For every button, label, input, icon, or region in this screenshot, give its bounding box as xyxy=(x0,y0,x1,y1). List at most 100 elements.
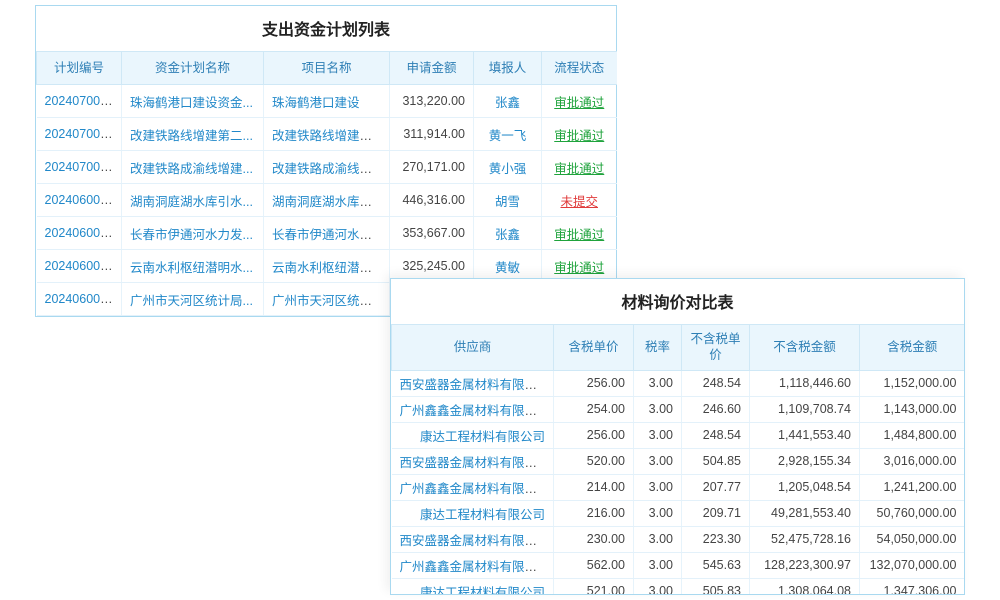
amount-incl-cell: 1,152,000.00 xyxy=(860,370,965,396)
supplier-link[interactable]: 西安盛器金属材料有限公司 xyxy=(400,456,550,470)
plan-name-link[interactable]: 云南水利枢纽潜明水... xyxy=(130,261,253,275)
reporter-link[interactable]: 黄一飞 xyxy=(489,129,527,143)
price-incl-cell: 521.00 xyxy=(554,578,634,595)
column-header-price-incl: 含税单价 xyxy=(554,325,634,371)
supplier-link[interactable]: 康达工程材料有限公司 xyxy=(420,430,545,444)
project-name-link[interactable]: 长春市伊通河水力... xyxy=(272,228,382,242)
plan-name-cell: 长春市伊通河水力发... xyxy=(122,217,264,250)
price-excl-cell: 545.63 xyxy=(682,552,750,578)
plan-id-link[interactable]: 2024060010 xyxy=(45,226,115,240)
quote-table-row: 西安盛器金属材料有限公司 230.00 3.00 223.30 52,475,7… xyxy=(392,526,965,552)
price-excl-cell: 223.30 xyxy=(682,526,750,552)
status-link[interactable]: 审批通过 xyxy=(554,228,604,242)
column-header-amount-excl: 不含税金额 xyxy=(750,325,860,371)
plan-name-link[interactable]: 湖南洞庭湖水库引水... xyxy=(130,195,253,209)
plan-id-link[interactable]: 2024070003 xyxy=(45,94,115,108)
supplier-link[interactable]: 康达工程材料有限公司 xyxy=(420,508,545,522)
reporter-cell: 张鑫 xyxy=(474,217,542,250)
status-link[interactable]: 审批通过 xyxy=(554,261,604,275)
status-cell: 审批通过 xyxy=(542,85,617,118)
reporter-link[interactable]: 张鑫 xyxy=(495,228,520,242)
status-cell: 未提交 xyxy=(542,184,617,217)
plan-table-row: 2024060011 湖南洞庭湖水库引水... 湖南洞庭湖水库引... 446,… xyxy=(37,184,617,217)
reporter-link[interactable]: 黄敏 xyxy=(495,261,520,275)
plan-name-cell: 改建铁路成渝线增建... xyxy=(122,151,264,184)
quote-table-row: 西安盛器金属材料有限公司 256.00 3.00 248.54 1,118,44… xyxy=(392,370,965,396)
supplier-link[interactable]: 西安盛器金属材料有限公司 xyxy=(400,378,550,392)
plan-id-cell: 2024060008 xyxy=(37,283,122,316)
plan-name-link[interactable]: 珠海鹤港口建设资金... xyxy=(130,96,253,110)
supplier-link[interactable]: 广州鑫鑫金属材料有限公司 xyxy=(400,482,550,496)
column-header-price-excl: 不含税单价 xyxy=(682,325,750,371)
plan-name-cell: 广州市天河区统计局... xyxy=(122,283,264,316)
price-incl-cell: 216.00 xyxy=(554,500,634,526)
supplier-link[interactable]: 西安盛器金属材料有限公司 xyxy=(400,534,550,548)
tax-rate-cell: 3.00 xyxy=(634,448,682,474)
amount-incl-cell: 1,143,000.00 xyxy=(860,396,965,422)
status-link[interactable]: 审批通过 xyxy=(554,162,604,176)
tax-rate-cell: 3.00 xyxy=(634,422,682,448)
amount-cell: 446,316.00 xyxy=(390,184,474,217)
project-name-cell: 改建铁路线增建第... xyxy=(264,118,390,151)
plan-name-link[interactable]: 改建铁路成渝线增建... xyxy=(130,162,253,176)
status-link[interactable]: 未提交 xyxy=(560,195,598,209)
plan-id-link[interactable]: 2024070002 xyxy=(45,127,115,141)
price-incl-cell: 256.00 xyxy=(554,422,634,448)
plan-name-link[interactable]: 广州市天河区统计局... xyxy=(130,294,253,308)
plan-id-link[interactable]: 2024060008 xyxy=(45,292,115,306)
column-header-reporter: 填报人 xyxy=(474,52,542,85)
column-header-amount: 申请金额 xyxy=(390,52,474,85)
project-name-link[interactable]: 改建铁路成渝线增... xyxy=(272,162,382,176)
reporter-link[interactable]: 黄小强 xyxy=(489,162,527,176)
price-incl-cell: 254.00 xyxy=(554,396,634,422)
project-name-link[interactable]: 广州市天河区统计... xyxy=(272,294,382,308)
price-excl-cell: 209.71 xyxy=(682,500,750,526)
reporter-link[interactable]: 胡雪 xyxy=(495,195,520,209)
plan-table-row: 2024070002 改建铁路线增建第二... 改建铁路线增建第... 311,… xyxy=(37,118,617,151)
project-name-cell: 长春市伊通河水力... xyxy=(264,217,390,250)
amount-excl-cell: 1,205,048.54 xyxy=(750,474,860,500)
supplier-link[interactable]: 康达工程材料有限公司 xyxy=(420,586,545,596)
project-name-link[interactable]: 云南水利枢纽潜明... xyxy=(272,261,382,275)
plan-name-cell: 云南水利枢纽潜明水... xyxy=(122,250,264,283)
plan-name-cell: 改建铁路线增建第二... xyxy=(122,118,264,151)
quote-table: 供应商 含税单价 税率 不含税单价 不含税金额 含税金额 西安盛器金属材料有限公… xyxy=(391,324,965,595)
plan-id-cell: 2024060011 xyxy=(37,184,122,217)
plan-id-link[interactable]: 2024070001 xyxy=(45,160,115,174)
price-incl-cell: 214.00 xyxy=(554,474,634,500)
amount-incl-cell: 132,070,000.00 xyxy=(860,552,965,578)
supplier-cell: 西安盛器金属材料有限公司 xyxy=(392,370,554,396)
tax-rate-cell: 3.00 xyxy=(634,526,682,552)
plan-name-link[interactable]: 改建铁路线增建第二... xyxy=(130,129,253,143)
project-name-link[interactable]: 珠海鹤港口建设 xyxy=(272,96,360,110)
plan-table-title: 支出资金计划列表 xyxy=(36,6,616,51)
project-name-cell: 广州市天河区统计... xyxy=(264,283,390,316)
column-header-supplier: 供应商 xyxy=(392,325,554,371)
plan-id-cell: 2024060009 xyxy=(37,250,122,283)
price-excl-cell: 246.60 xyxy=(682,396,750,422)
price-incl-cell: 520.00 xyxy=(554,448,634,474)
reporter-link[interactable]: 张鑫 xyxy=(495,96,520,110)
status-link[interactable]: 审批通过 xyxy=(554,129,604,143)
plan-name-link[interactable]: 长春市伊通河水力发... xyxy=(130,228,253,242)
supplier-link[interactable]: 广州鑫鑫金属材料有限公司 xyxy=(400,404,550,418)
supplier-cell: 广州鑫鑫金属材料有限公司 xyxy=(392,396,554,422)
supplier-cell: 康达工程材料有限公司 xyxy=(392,578,554,595)
plan-table: 计划编号 资金计划名称 项目名称 申请金额 填报人 流程状态 202407000… xyxy=(36,51,617,316)
plan-id-link[interactable]: 2024060009 xyxy=(45,259,115,273)
quote-table-row: 康达工程材料有限公司 521.00 3.00 505.83 1,308,064.… xyxy=(392,578,965,595)
reporter-cell: 黄一飞 xyxy=(474,118,542,151)
amount-cell: 311,914.00 xyxy=(390,118,474,151)
reporter-cell: 胡雪 xyxy=(474,184,542,217)
project-name-cell: 湖南洞庭湖水库引... xyxy=(264,184,390,217)
project-name-link[interactable]: 湖南洞庭湖水库引... xyxy=(272,195,382,209)
project-name-link[interactable]: 改建铁路线增建第... xyxy=(272,129,382,143)
plan-id-link[interactable]: 2024060011 xyxy=(45,193,114,207)
amount-cell: 353,667.00 xyxy=(390,217,474,250)
amount-excl-cell: 1,308,064.08 xyxy=(750,578,860,595)
price-excl-cell: 207.77 xyxy=(682,474,750,500)
amount-incl-cell: 1,484,800.00 xyxy=(860,422,965,448)
status-cell: 审批通过 xyxy=(542,118,617,151)
supplier-link[interactable]: 广州鑫鑫金属材料有限公司 xyxy=(400,560,550,574)
status-link[interactable]: 审批通过 xyxy=(554,96,604,110)
